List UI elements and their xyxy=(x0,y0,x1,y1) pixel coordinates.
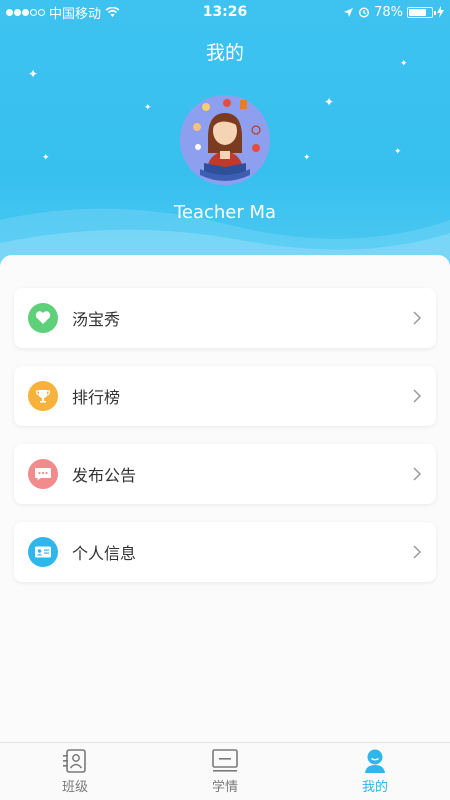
menu-item-label: 发布公告 xyxy=(72,466,137,485)
tab-study[interactable]: 学情 xyxy=(150,743,300,800)
chevron-right-icon xyxy=(413,467,422,481)
sparkle-icon: ✦ xyxy=(144,103,152,113)
menu-item-label: 个人信息 xyxy=(72,544,137,563)
sparkle-icon: ✦ xyxy=(303,153,311,163)
battery-icon xyxy=(407,6,436,18)
heart-icon xyxy=(28,303,58,333)
id-card-icon xyxy=(28,537,58,567)
chevron-right-icon xyxy=(413,389,422,403)
tab-label: 学情 xyxy=(211,780,238,795)
page-title: 我的 xyxy=(205,42,244,64)
profile-icon xyxy=(365,749,385,773)
menu-item-label: 汤宝秀 xyxy=(72,310,121,329)
tab-mine[interactable]: 我的 xyxy=(300,743,450,800)
tab-label: 班级 xyxy=(61,780,88,795)
menu-item-personal-info[interactable]: 个人信息 xyxy=(14,522,436,582)
user-name: Teacher Ma xyxy=(173,202,277,223)
menu-panel: 汤宝秀 排行榜 发布公告 个人信息 xyxy=(0,255,450,742)
trophy-icon xyxy=(28,381,58,411)
tab-label: 我的 xyxy=(361,780,388,795)
study-report-icon xyxy=(212,749,238,772)
tab-class[interactable]: 班级 xyxy=(0,743,150,800)
teacher-illustration xyxy=(180,95,270,185)
class-roster-icon xyxy=(63,749,86,773)
menu-item-leaderboard[interactable]: 排行榜 xyxy=(14,366,436,426)
sparkle-icon: ✦ xyxy=(42,153,50,163)
sparkle-icon: ✦ xyxy=(394,147,402,157)
menu-item-label: 排行榜 xyxy=(72,388,121,407)
sparkle-icon: ✦ xyxy=(324,95,335,109)
status-bar: 中国移动 13:26 78% xyxy=(0,0,450,24)
teacher-avatar[interactable] xyxy=(180,95,270,185)
bottom-tab-bar: 班级 学情 我的 xyxy=(0,742,450,800)
chevron-right-icon xyxy=(413,311,422,325)
status-time: 13:26 xyxy=(202,4,248,20)
sparkle-icon: ✦ xyxy=(28,67,39,81)
chat-bubble-icon xyxy=(28,459,58,489)
menu-item-tangbaoxiu[interactable]: 汤宝秀 xyxy=(14,288,436,348)
menu-item-post-announcement[interactable]: 发布公告 xyxy=(14,444,436,504)
chevron-right-icon xyxy=(413,545,422,559)
